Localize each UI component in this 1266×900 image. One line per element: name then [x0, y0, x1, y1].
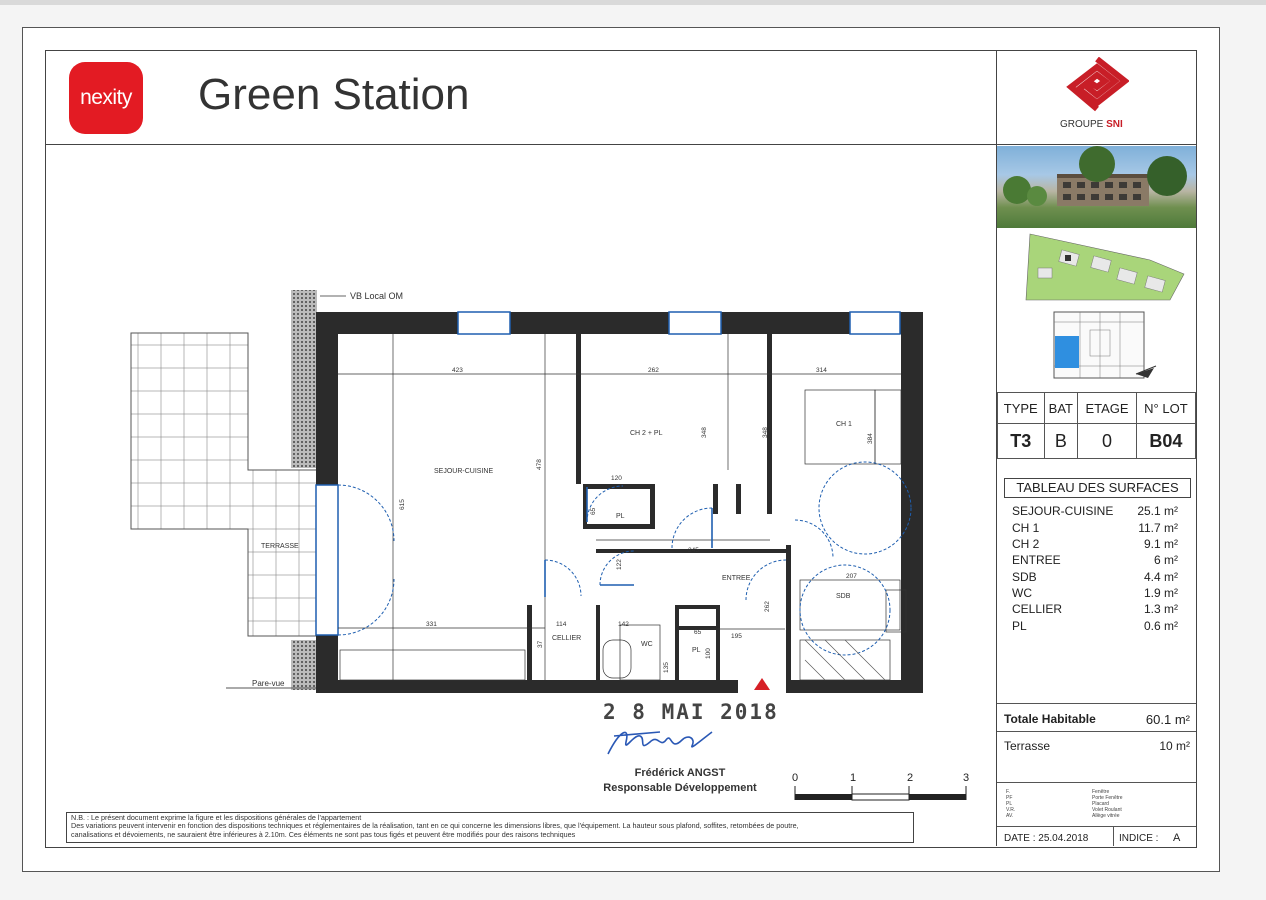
- dim: 331: [426, 621, 437, 628]
- signer-block: Frédérick ANGST Responsable Développemen…: [600, 766, 760, 796]
- lot-table: TYPE BAT ETAGE N° LOT T3 B 0 B04: [997, 392, 1197, 459]
- scale-label: 2: [907, 772, 914, 784]
- scale-label: 0: [792, 772, 799, 784]
- indice-label: INDICE :: [1119, 833, 1159, 844]
- building-photo: [997, 146, 1196, 228]
- dim: 262: [648, 367, 659, 374]
- scale-label: 3: [963, 772, 970, 784]
- dim: 314: [816, 367, 827, 374]
- room-sejour: SEJOUR-CUISINE: [434, 468, 493, 475]
- scale-label: 1: [850, 772, 857, 784]
- dim: 114: [556, 621, 567, 628]
- dim: 100: [705, 648, 712, 659]
- dim: 384: [867, 433, 874, 444]
- validation-stamp-date: 2 8 MAI 2018: [603, 700, 779, 724]
- dim: 423: [452, 367, 463, 374]
- sidebar-rule: [997, 144, 1196, 145]
- room-entree: ENTREE: [722, 575, 751, 582]
- page-title: Green Station: [198, 70, 470, 119]
- lot-header-bat: BAT: [1043, 392, 1079, 424]
- dim: 142: [618, 621, 629, 628]
- lot-header-type: TYPE: [997, 392, 1045, 424]
- room-ch2: CH 2 + PL: [630, 430, 663, 437]
- divider: [997, 731, 1196, 732]
- signer-role: Responsable Développement: [603, 782, 757, 794]
- groupe-sni-logo-icon: [1066, 57, 1129, 112]
- room-wc: WC: [641, 641, 653, 648]
- surface-value: 25.1 m²: [1137, 504, 1178, 518]
- dim: 348: [762, 427, 769, 438]
- surface-value: 0.6 m²: [1143, 619, 1178, 633]
- surface-value: 1.9 m²: [1143, 586, 1178, 600]
- dim: 345: [688, 547, 699, 554]
- plan-date: DATE : 25.04.2018: [1004, 833, 1089, 844]
- legend-texts: Fenêtre Porte Fenêtre Placard Volet Roulan…: [1092, 789, 1123, 819]
- lot-bat: B: [1043, 423, 1079, 459]
- room-pl: PL: [616, 513, 625, 520]
- surface-value: 1.3 m²: [1143, 602, 1178, 616]
- room-pl-wc: PL: [692, 647, 701, 654]
- header-divider: [45, 144, 997, 145]
- surfaces-title: TABLEAU DES SURFACES: [1004, 478, 1191, 498]
- building-illustration: [1003, 146, 1187, 206]
- label-vb-local-om: VB Local OM: [350, 291, 403, 301]
- groupe-sni-label: GROUPE SNI: [1060, 119, 1123, 130]
- indice-value: A: [1173, 832, 1181, 844]
- room-cellier: CELLIER: [552, 635, 581, 642]
- room-sdb: SDB: [836, 593, 851, 600]
- label-pare-vue: Pare-vue: [252, 679, 285, 688]
- terrace-value: 10 m²: [1159, 739, 1190, 753]
- room-ch1: CH 1: [836, 421, 852, 428]
- dim: 615: [399, 499, 406, 510]
- site-plan-image: [1025, 233, 1185, 301]
- handwritten-signature: [607, 731, 713, 755]
- surface-label: PL: [1012, 619, 1027, 633]
- surface-value: 9.1 m²: [1143, 537, 1178, 551]
- dim: 478: [536, 459, 543, 470]
- surface-label: ENTREE: [1012, 553, 1061, 567]
- dim: 207: [846, 573, 857, 580]
- room-terrasse: TERRASSE: [261, 543, 299, 550]
- disclaimer-note: N.B. : Le présent document exprime la fi…: [66, 812, 914, 843]
- surface-value: 6 m²: [1154, 553, 1178, 567]
- lot-header-etage: ETAGE: [1077, 392, 1137, 424]
- key-plan-image: [1053, 311, 1157, 379]
- surface-label: CELLIER: [1012, 602, 1063, 616]
- top-strip: [0, 0, 1266, 5]
- dim: 262: [764, 601, 771, 612]
- dim: 65: [694, 629, 702, 636]
- dim: 37: [537, 640, 544, 648]
- divider: [997, 826, 1196, 827]
- legend-codes: F. PF PL V.R. AV.: [1006, 789, 1016, 819]
- dim: 65: [590, 507, 597, 515]
- total-habitable-label: Totale Habitable: [1004, 712, 1096, 726]
- dim: 120: [611, 475, 622, 482]
- floor-plan: SEJOUR-CUISINE CH 2 + PL CH 1 ENTREE SDB…: [130, 290, 923, 693]
- total-habitable-value: 60.1 m²: [1145, 712, 1190, 727]
- dim: 135: [663, 662, 670, 673]
- surface-label: SDB: [1012, 570, 1037, 584]
- dim: 348: [701, 427, 708, 438]
- lot-type: T3: [997, 423, 1045, 459]
- divider: [997, 782, 1196, 783]
- divider: [1113, 826, 1114, 846]
- surface-value: 11.7 m²: [1138, 521, 1178, 535]
- lot-number: B04: [1135, 423, 1197, 459]
- dim: 195: [731, 633, 742, 640]
- nexity-logo: nexity: [69, 62, 143, 134]
- surface-label: CH 2: [1012, 537, 1040, 551]
- terrace-label: Terrasse: [1004, 739, 1051, 753]
- surface-value: 4.4 m²: [1143, 570, 1178, 584]
- surface-label: CH 1: [1012, 521, 1040, 535]
- dim: 122: [616, 559, 623, 570]
- lot-header-lot: N° LOT: [1135, 392, 1197, 424]
- scale-bar: [794, 786, 967, 801]
- signer-name: Frédérick ANGST: [634, 767, 726, 779]
- lot-etage: 0: [1077, 423, 1137, 459]
- divider: [997, 703, 1196, 704]
- surface-label: WC: [1012, 586, 1032, 600]
